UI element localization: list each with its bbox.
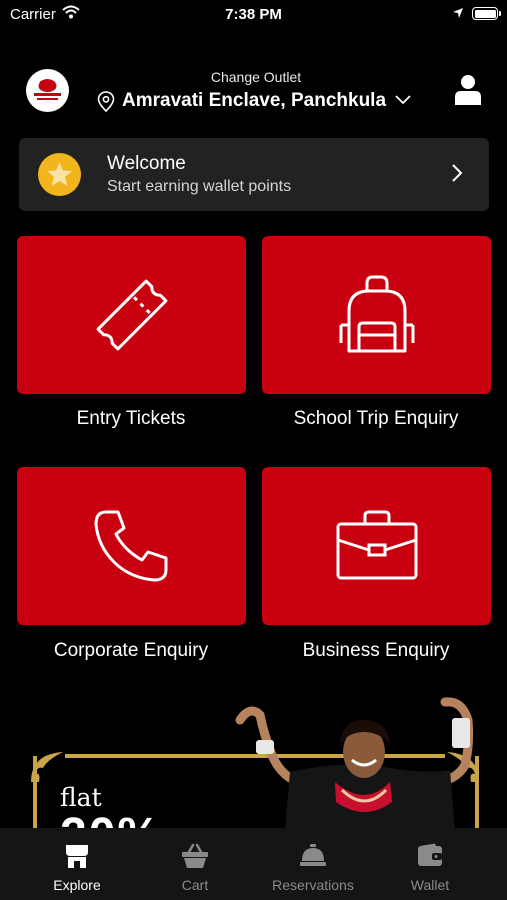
phone-icon: [94, 510, 167, 582]
change-outlet-label[interactable]: Change Outlet: [0, 69, 507, 85]
basket-icon: [182, 843, 208, 868]
tab-reservations[interactable]: Reservations: [253, 828, 373, 900]
backpack-icon: [339, 275, 414, 353]
status-bar: Carrier 7:38 PM: [0, 0, 507, 30]
welcome-title: Welcome: [107, 153, 186, 174]
battery-icon: [472, 7, 501, 20]
tab-explore-label: Explore: [53, 877, 101, 893]
briefcase-icon: [336, 510, 417, 580]
chevron-right-icon: [452, 164, 463, 182]
promo-banner[interactable]: flat 20%: [25, 690, 485, 830]
entry-tickets-label: Entry Tickets: [76, 408, 186, 429]
tab-wallet-label: Wallet: [410, 877, 450, 893]
business-enquiry-tile[interactable]: [262, 467, 491, 625]
tab-reservations-label: Reservations: [272, 877, 354, 893]
chevron-down-icon: [395, 95, 411, 105]
banner-discount: 20%: [60, 808, 162, 830]
location-pin-icon: [97, 91, 115, 112]
ticket-icon: [96, 279, 167, 351]
tab-cart[interactable]: Cart: [135, 828, 255, 900]
welcome-card[interactable]: Welcome Start earning wallet points: [19, 138, 489, 211]
business-enquiry-label: Business Enquiry: [302, 640, 450, 661]
school-trip-enquiry-label: School Trip Enquiry: [293, 408, 459, 429]
entry-tickets-tile[interactable]: [17, 236, 246, 394]
tab-bar: Explore Cart Reservations Wallet: [0, 828, 507, 900]
wallet-icon: [418, 843, 442, 866]
tab-explore[interactable]: Explore: [17, 828, 137, 900]
corporate-enquiry-tile[interactable]: [17, 467, 246, 625]
school-trip-enquiry-tile[interactable]: [262, 236, 491, 394]
star-icon: [38, 153, 81, 196]
status-time: 7:38 PM: [225, 6, 282, 23]
header: Change Outlet Amravati Enclave, Panchkul…: [0, 60, 507, 124]
service-bell-icon: [300, 844, 326, 866]
welcome-subtitle: Start earning wallet points: [107, 178, 292, 195]
location-arrow-icon: [453, 8, 463, 18]
user-icon[interactable]: [454, 74, 482, 105]
dancer-image: [235, 697, 474, 830]
outlet-name: Amravati Enclave, Panchkula: [122, 90, 387, 111]
ornament-icon: [31, 752, 63, 782]
tab-wallet[interactable]: Wallet: [370, 828, 490, 900]
store-icon: [66, 845, 88, 868]
tab-cart-label: Cart: [181, 877, 209, 893]
corporate-enquiry-label: Corporate Enquiry: [53, 640, 209, 661]
